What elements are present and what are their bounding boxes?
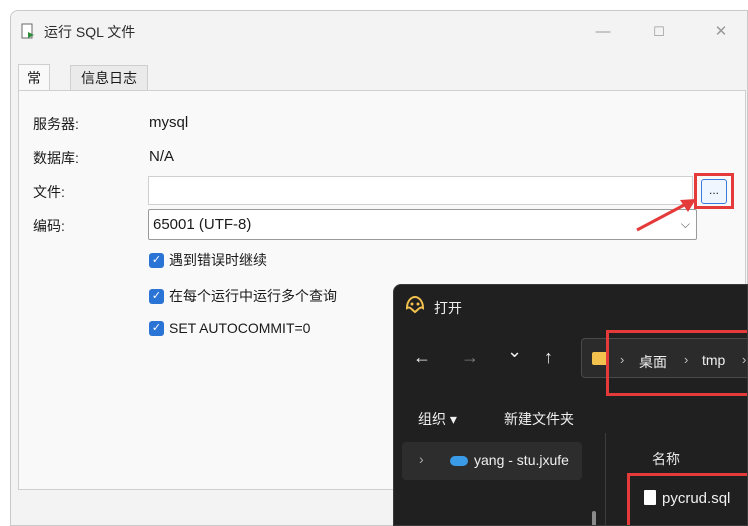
scrollbar[interactable] bbox=[592, 511, 596, 525]
database-label: 数据库: bbox=[33, 150, 79, 166]
close-icon[interactable]: ✕ bbox=[708, 19, 734, 45]
server-value: mysql bbox=[149, 114, 189, 131]
option-multiple-queries[interactable]: ✓ 在每个运行中运行多个查询 bbox=[149, 287, 337, 305]
new-folder-button[interactable]: 新建文件夹 bbox=[504, 409, 574, 429]
encoding-value: 65001 (UTF-8) bbox=[153, 216, 252, 233]
column-header-name[interactable]: 名称 bbox=[652, 449, 680, 469]
address-highlight-box bbox=[606, 330, 747, 396]
window-title: 运行 SQL 文件 bbox=[44, 24, 136, 40]
checkbox-checked-icon[interactable]: ✓ bbox=[149, 320, 164, 336]
server-label: 服务器: bbox=[33, 116, 79, 132]
up-arrow-icon[interactable]: ↑ bbox=[544, 347, 553, 368]
file-highlight-box bbox=[627, 473, 747, 525]
onedrive-icon bbox=[450, 456, 468, 466]
forward-arrow-icon[interactable]: → bbox=[461, 347, 479, 368]
option-label: 遇到错误时继续 bbox=[169, 252, 267, 268]
option-continue-on-error[interactable]: ✓ 遇到错误时继续 bbox=[149, 251, 267, 269]
pane-divider[interactable] bbox=[605, 433, 606, 525]
browse-highlight-box bbox=[694, 173, 734, 209]
back-arrow-icon[interactable]: ← bbox=[413, 347, 431, 368]
encoding-select[interactable]: 65001 (UTF-8) ⌵ bbox=[148, 209, 697, 240]
navicat-logo-icon bbox=[405, 295, 425, 314]
navigation-pane: › yang - stu.jxufe bbox=[398, 442, 584, 525]
sidebar-item-label: yang - stu.jxufe bbox=[474, 452, 569, 468]
database-value: N/A bbox=[149, 148, 175, 165]
checkbox-checked-icon[interactable]: ✓ bbox=[149, 288, 164, 304]
open-file-dialog: 打开 ← → ⌄ ↑ › 桌面 › tmp › 组织 ▾ 新建文件夹 › yan… bbox=[393, 284, 748, 526]
option-autocommit[interactable]: ✓ SET AUTOCOMMIT=0 bbox=[149, 319, 310, 337]
chevron-down-icon: ⌵ bbox=[680, 217, 690, 231]
tab-info-log[interactable]: 信息日志 bbox=[70, 65, 148, 91]
organize-button[interactable]: 组织 ▾ bbox=[418, 409, 457, 429]
file-path-input[interactable] bbox=[148, 176, 693, 205]
option-label: 在每个运行中运行多个查询 bbox=[169, 288, 337, 304]
title-bar: 运行 SQL 文件 — ☐ ✕ bbox=[11, 11, 747, 51]
option-label: SET AUTOCOMMIT=0 bbox=[169, 320, 311, 336]
minimize-icon[interactable]: — bbox=[590, 19, 616, 45]
sql-file-icon bbox=[21, 23, 34, 39]
chevron-right-icon[interactable]: › bbox=[419, 451, 424, 467]
tab-general[interactable]: 常规 bbox=[18, 64, 50, 112]
sidebar-item-onedrive[interactable]: › yang - stu.jxufe bbox=[402, 442, 582, 480]
file-label: 文件: bbox=[33, 184, 65, 200]
recent-locations-icon[interactable]: ⌄ bbox=[507, 341, 522, 362]
checkbox-checked-icon[interactable]: ✓ bbox=[149, 252, 164, 268]
encoding-label: 编码: bbox=[33, 218, 65, 234]
maximize-icon[interactable]: ☐ bbox=[646, 19, 672, 45]
open-dialog-title: 打开 bbox=[434, 300, 462, 316]
